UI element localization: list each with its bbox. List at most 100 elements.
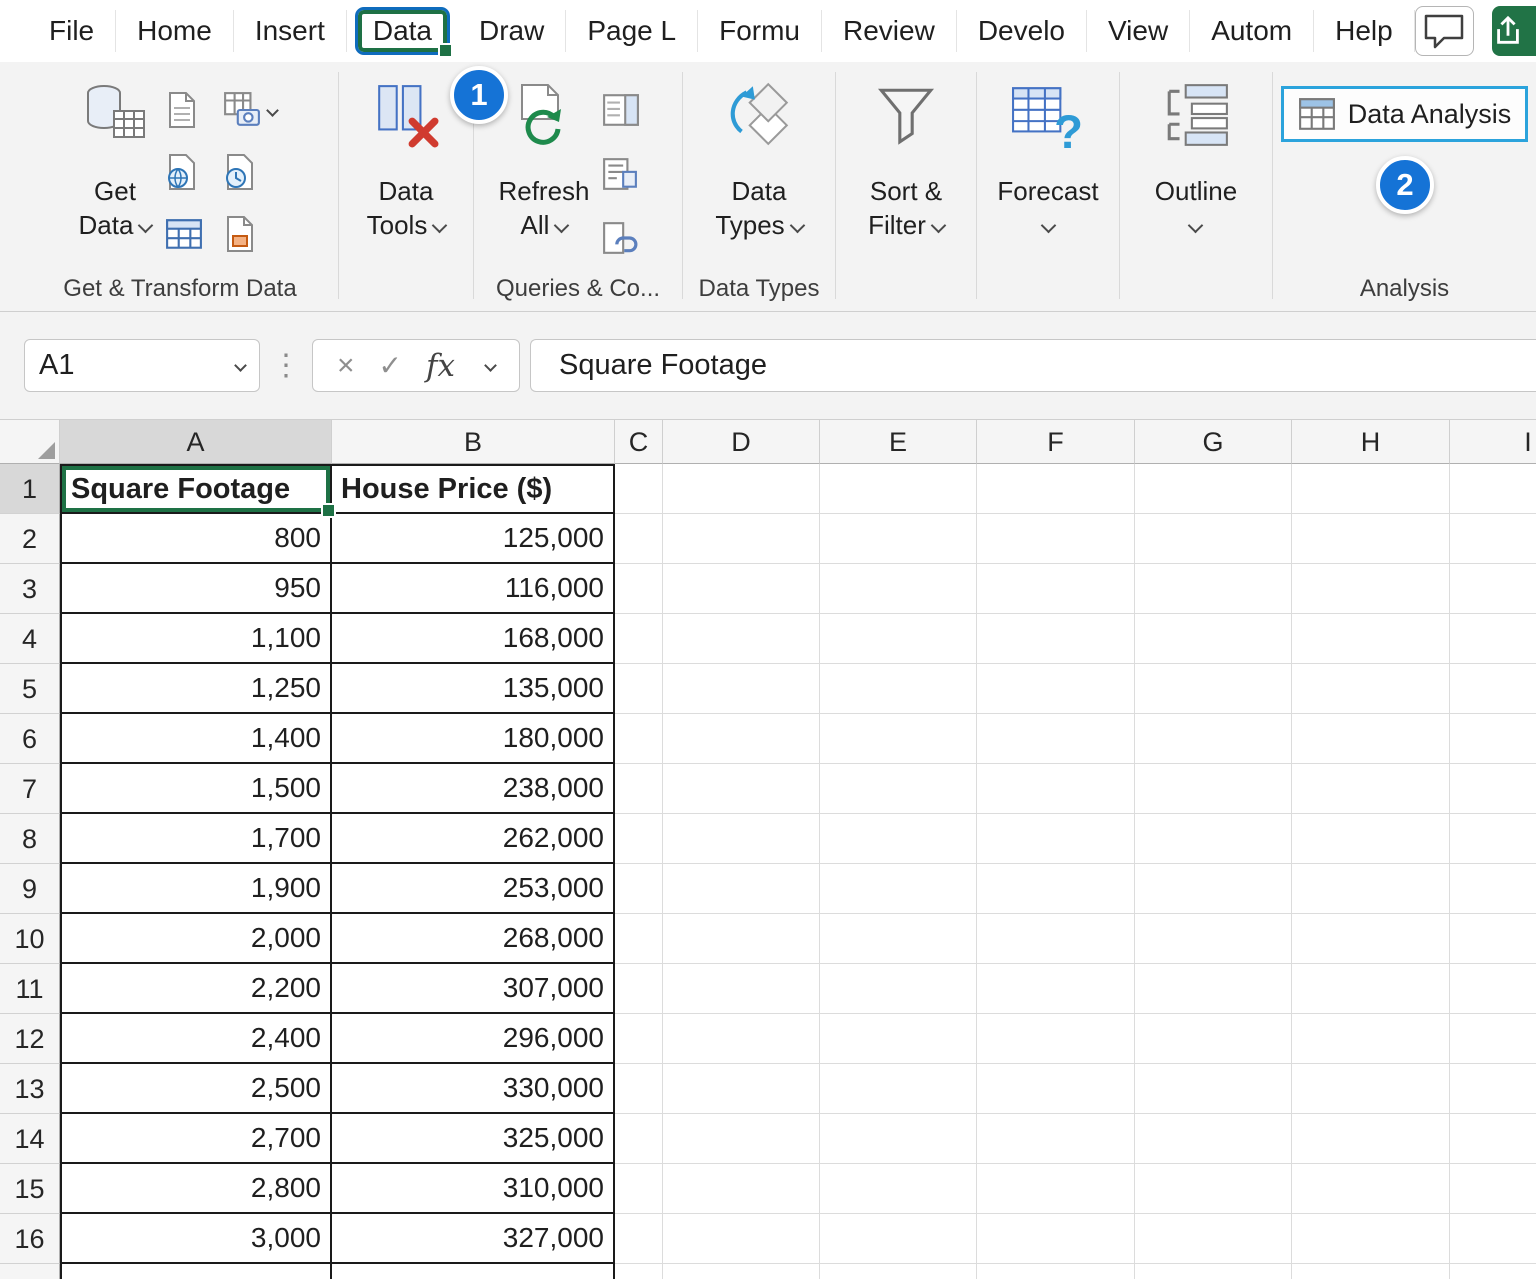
cell-I11[interactable] <box>1450 964 1536 1014</box>
cell-B12[interactable]: 296,000 <box>332 1014 615 1064</box>
cell-B6[interactable]: 180,000 <box>332 714 615 764</box>
cell-E4[interactable] <box>820 614 977 664</box>
cell-C17[interactable] <box>615 1264 663 1279</box>
row-header-14[interactable]: 14 <box>0 1114 60 1164</box>
cell-D10[interactable] <box>663 914 820 964</box>
from-picture-button[interactable] <box>223 84 279 136</box>
column-header-D[interactable]: D <box>663 420 820 464</box>
column-header-C[interactable]: C <box>615 420 663 464</box>
cell-H4[interactable] <box>1292 614 1450 664</box>
cell-D17[interactable] <box>663 1264 820 1279</box>
cell-G12[interactable] <box>1135 1014 1292 1064</box>
cell-B17[interactable] <box>332 1264 615 1279</box>
row-header-1[interactable]: 1 <box>0 464 60 514</box>
cell-H14[interactable] <box>1292 1114 1450 1164</box>
cell-F5[interactable] <box>977 664 1135 714</box>
row-header-2[interactable]: 2 <box>0 514 60 564</box>
cell-A9[interactable]: 1,900 <box>60 864 332 914</box>
outline-button[interactable]: Outline <box>1155 76 1237 243</box>
cell-B1[interactable]: House Price ($) <box>332 464 615 514</box>
cell-E16[interactable] <box>820 1214 977 1264</box>
cell-D2[interactable] <box>663 514 820 564</box>
cell-B9[interactable]: 253,000 <box>332 864 615 914</box>
cell-F12[interactable] <box>977 1014 1135 1064</box>
cell-A8[interactable]: 1,700 <box>60 814 332 864</box>
cell-E14[interactable] <box>820 1114 977 1164</box>
cell-C5[interactable] <box>615 664 663 714</box>
cell-I4[interactable] <box>1450 614 1536 664</box>
cell-I14[interactable] <box>1450 1114 1536 1164</box>
cell-G16[interactable] <box>1135 1214 1292 1264</box>
cell-C7[interactable] <box>615 764 663 814</box>
cell-D14[interactable] <box>663 1114 820 1164</box>
tab-developer[interactable]: Develo <box>957 10 1087 52</box>
cell-B15[interactable]: 310,000 <box>332 1164 615 1214</box>
cell-E17[interactable] <box>820 1264 977 1279</box>
cell-E3[interactable] <box>820 564 977 614</box>
cell-I16[interactable] <box>1450 1214 1536 1264</box>
cell-I9[interactable] <box>1450 864 1536 914</box>
tab-formulas[interactable]: Formu <box>698 10 822 52</box>
cell-C14[interactable] <box>615 1114 663 1164</box>
cell-F15[interactable] <box>977 1164 1135 1214</box>
column-header-F[interactable]: F <box>977 420 1135 464</box>
cell-C3[interactable] <box>615 564 663 614</box>
cell-F7[interactable] <box>977 764 1135 814</box>
cell-D15[interactable] <box>663 1164 820 1214</box>
cell-A1[interactable]: Square Footage <box>60 464 332 514</box>
from-text-csv-button[interactable] <box>165 84 221 136</box>
cell-A12[interactable]: 2,400 <box>60 1014 332 1064</box>
cell-A2[interactable]: 800 <box>60 514 332 564</box>
cell-C16[interactable] <box>615 1214 663 1264</box>
cell-B2[interactable]: 125,000 <box>332 514 615 564</box>
properties-button[interactable] <box>602 148 658 200</box>
cell-H5[interactable] <box>1292 664 1450 714</box>
tab-data[interactable]: Data <box>355 7 450 55</box>
column-header-B[interactable]: B <box>332 420 615 464</box>
cell-E8[interactable] <box>820 814 977 864</box>
cell-I1[interactable] <box>1450 464 1536 514</box>
cell-E10[interactable] <box>820 914 977 964</box>
cell-C11[interactable] <box>615 964 663 1014</box>
cell-D16[interactable] <box>663 1214 820 1264</box>
row-header-12[interactable]: 12 <box>0 1014 60 1064</box>
cell-H3[interactable] <box>1292 564 1450 614</box>
cell-H9[interactable] <box>1292 864 1450 914</box>
recent-sources-button[interactable] <box>223 146 279 198</box>
cell-D9[interactable] <box>663 864 820 914</box>
cell-H16[interactable] <box>1292 1214 1450 1264</box>
forecast-button[interactable]: ? Forecast <box>997 76 1098 243</box>
cell-I13[interactable] <box>1450 1064 1536 1114</box>
cell-G15[interactable] <box>1135 1164 1292 1214</box>
refresh-all-button[interactable]: Refresh All <box>498 76 589 243</box>
cell-A16[interactable]: 3,000 <box>60 1214 332 1264</box>
cell-H1[interactable] <box>1292 464 1450 514</box>
cell-G5[interactable] <box>1135 664 1292 714</box>
row-header-5[interactable]: 5 <box>0 664 60 714</box>
cell-C2[interactable] <box>615 514 663 564</box>
cell-I8[interactable] <box>1450 814 1536 864</box>
row-header-15[interactable]: 15 <box>0 1164 60 1214</box>
cell-C13[interactable] <box>615 1064 663 1114</box>
cell-A17[interactable] <box>60 1264 332 1279</box>
cell-F11[interactable] <box>977 964 1135 1014</box>
queries-connections-button[interactable] <box>602 84 658 136</box>
cell-B10[interactable]: 268,000 <box>332 914 615 964</box>
data-types-button[interactable]: Data Types <box>715 76 802 243</box>
edit-links-button[interactable] <box>602 212 658 264</box>
cell-H12[interactable] <box>1292 1014 1450 1064</box>
cell-B8[interactable]: 262,000 <box>332 814 615 864</box>
cell-F10[interactable] <box>977 914 1135 964</box>
column-header-E[interactable]: E <box>820 420 977 464</box>
row-header-4[interactable]: 4 <box>0 614 60 664</box>
cell-F16[interactable] <box>977 1214 1135 1264</box>
cell-E12[interactable] <box>820 1014 977 1064</box>
row-header-11[interactable]: 11 <box>0 964 60 1014</box>
data-tools-button[interactable]: Data Tools <box>367 76 446 243</box>
cell-H15[interactable] <box>1292 1164 1450 1214</box>
cell-F13[interactable] <box>977 1064 1135 1114</box>
cell-A10[interactable]: 2,000 <box>60 914 332 964</box>
cell-G4[interactable] <box>1135 614 1292 664</box>
cell-H10[interactable] <box>1292 914 1450 964</box>
cell-E15[interactable] <box>820 1164 977 1214</box>
